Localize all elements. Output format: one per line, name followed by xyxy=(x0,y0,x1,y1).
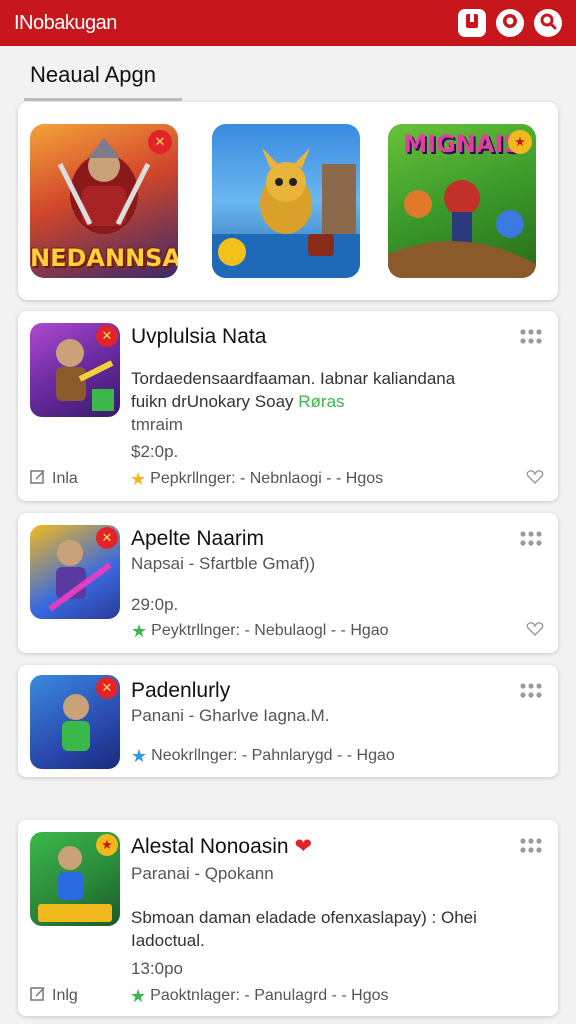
favorite-outline-icon[interactable] xyxy=(526,469,544,490)
meta-text: Peyktrllnger: - Nebulaogl - - Hgao xyxy=(151,622,389,639)
description-line: fuikn drUnokary Soay xyxy=(131,392,294,411)
record-icon xyxy=(501,12,519,35)
more-options-icon[interactable] xyxy=(518,529,544,551)
app-subtitle: Paranai - Qpokann xyxy=(131,864,274,883)
star-badge-icon: ★ xyxy=(96,834,118,856)
app-list-item[interactable]: ✕ Padenlurly Panani - Gharlve Iagna.M. ★… xyxy=(18,665,558,777)
star-badge-icon: ★ xyxy=(508,130,532,154)
card-meta: ★ Pepkrllnger: - Nebnlaogi - - Hgos xyxy=(130,469,526,490)
app-icon: ✕ xyxy=(30,675,120,769)
description-line: Tordaedensaardfaaman. Iabnar kaliandana xyxy=(131,369,456,388)
star-icon: ★ xyxy=(131,745,148,766)
sword-badge-icon: ✕ xyxy=(96,677,118,699)
card-footer: Inla ★ Pepkrllnger: - Nebnlaogi - - Hgos xyxy=(30,468,544,490)
sword-badge-icon: ✕ xyxy=(96,325,118,347)
creature-art-icon xyxy=(212,148,360,278)
app-price: $2:0p. xyxy=(131,442,179,461)
meta-text: Neokrllnger: - Pahnlarygd - - Hgao xyxy=(151,747,395,764)
app-list-item[interactable]: ★ Alestal Nonoasin ❤ Paranai - Qpokann S… xyxy=(18,820,558,1016)
more-options-icon[interactable] xyxy=(518,327,544,349)
favorite-outline-icon[interactable] xyxy=(526,621,544,642)
description-line: Sbmoan daman eladade ofenxaslapay) : Ohe… xyxy=(131,908,477,927)
bookmark-icon xyxy=(463,12,481,35)
app-subtitle: Panani - Gharlve Iagna.M. xyxy=(131,706,330,725)
more-options-icon[interactable] xyxy=(518,681,544,703)
featured-game-thumbnail[interactable]: MIGNAIS ★ xyxy=(388,124,536,278)
highlight-text: Røras xyxy=(298,392,345,411)
app-icon: ✕ xyxy=(30,525,120,619)
card-footer: ★ Peyktrllnger: - Nebulaogl - - Hgao xyxy=(131,620,544,642)
app-top-bar: INobakugan xyxy=(0,0,576,46)
app-list-item[interactable]: ✕ Apelte Naarim Napsai - Sfartble Gmaf))… xyxy=(18,513,558,653)
star-icon: ★ xyxy=(131,620,148,641)
star-icon: ★ xyxy=(130,468,147,489)
app-icon: ★ xyxy=(30,832,120,926)
more-options-icon[interactable] xyxy=(518,836,544,858)
card-meta: ★ Peyktrllnger: - Nebulaogl - - Hgao xyxy=(131,621,526,642)
section-header: Neaual Apgn xyxy=(0,46,576,102)
edit-action[interactable]: Inla xyxy=(30,469,130,490)
app-subtitle: Napsai - Sfartble Gmaf)) xyxy=(131,554,316,573)
featured-game-thumbnail[interactable] xyxy=(212,124,360,278)
sword-badge-icon: ✕ xyxy=(96,527,118,549)
edit-label: Inlg xyxy=(52,987,78,1004)
featured-carousel[interactable]: NEDANNSAI ✕ MIGNAIS ★ xyxy=(18,102,558,300)
app-list-item[interactable]: ✕ Uvplulsia Nata Tordaedensaardfaaman. I… xyxy=(18,311,558,501)
meta-text: Pepkrllnger: - Nebnlaogi - - Hgos xyxy=(150,470,384,487)
app-description: Tordaedensaardfaaman. Iabnar kaliandana … xyxy=(131,367,531,413)
edit-icon xyxy=(30,469,46,490)
description-line: Iadoctual. xyxy=(131,931,205,950)
edit-action[interactable]: Inlg xyxy=(30,986,130,1007)
edit-label: Inla xyxy=(52,470,78,487)
search-button[interactable] xyxy=(534,9,562,37)
search-icon xyxy=(539,12,557,35)
app-subtitle: tmraim xyxy=(131,415,183,434)
app-name: Uvplulsia Nata xyxy=(131,325,267,348)
app-description: Sbmoan daman eladade ofenxaslapay) : Ohe… xyxy=(131,906,551,952)
app-icon: ✕ xyxy=(30,323,120,417)
section-tab-label[interactable]: Neaual Apgn xyxy=(30,62,156,88)
app-name-text: Alestal Nonoasin xyxy=(131,835,289,858)
app-price: 29:0p. xyxy=(131,595,179,614)
app-name: Alestal Nonoasin ❤ xyxy=(131,834,312,859)
tab-underline xyxy=(24,98,182,101)
thumbnail-caption: NEDANNSAI xyxy=(30,244,178,272)
edit-icon xyxy=(30,986,46,1007)
meta-text: Paoktnlager: - Panulagrd - - Hgos xyxy=(150,987,389,1004)
card-meta: ★ Neokrllnger: - Pahnlarygd - - Hgao xyxy=(131,746,544,767)
record-button[interactable] xyxy=(496,9,524,37)
featured-game-thumbnail[interactable]: NEDANNSAI ✕ xyxy=(30,124,178,278)
app-name: Apelte Naarim xyxy=(131,527,265,550)
heart-icon: ❤ xyxy=(294,835,313,858)
app-price: 13:0po xyxy=(131,959,183,978)
bookmark-button[interactable] xyxy=(458,9,486,37)
sword-badge-icon: ✕ xyxy=(148,130,172,154)
app-title: INobakugan xyxy=(14,11,117,34)
card-meta: ★ Paoktnlager: - Panulagrd - - Hgos xyxy=(130,986,544,1007)
card-footer: Inlg ★ Paoktnlager: - Panulagrd - - Hgos xyxy=(30,985,544,1007)
app-name: Padenlurly xyxy=(131,679,231,702)
card-footer: ★ Neokrllnger: - Pahnlarygd - - Hgao xyxy=(131,745,544,767)
star-icon: ★ xyxy=(130,985,147,1006)
